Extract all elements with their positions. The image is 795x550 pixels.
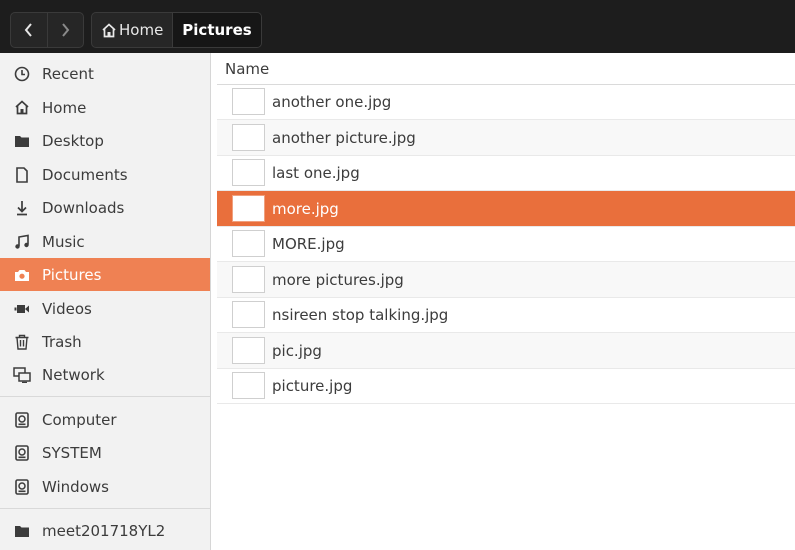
file-name: last one.jpg xyxy=(272,163,360,182)
sidebar-item-computer[interactable]: Computer xyxy=(0,403,210,436)
file-row[interactable]: nsireen stop talking.jpg xyxy=(217,297,795,333)
sidebar-item-pictures[interactable]: Pictures xyxy=(0,258,210,291)
sidebar-item-music[interactable]: Music xyxy=(0,225,210,258)
music-icon xyxy=(13,233,31,251)
file-row[interactable]: another picture.jpg xyxy=(217,120,795,156)
file-thumbnail xyxy=(232,88,265,115)
camera-icon xyxy=(13,266,31,284)
folder-icon xyxy=(13,522,31,540)
sidebar-item-desktop[interactable]: Desktop xyxy=(0,124,210,157)
file-name: pic.jpg xyxy=(272,341,322,360)
sidebar-item-label: Music xyxy=(42,232,85,251)
column-header-name[interactable]: Name xyxy=(217,53,795,85)
file-thumbnail xyxy=(232,266,265,293)
sidebar-item-label: Recent xyxy=(42,64,94,83)
sidebar-item-bookmark[interactable]: meet201718YL2 xyxy=(0,514,210,547)
sidebar-item-recent[interactable]: Recent xyxy=(0,57,210,90)
file-row[interactable]: pic.jpg xyxy=(217,333,795,369)
file-thumbnail xyxy=(232,301,265,328)
file-row[interactable]: MORE.jpg xyxy=(217,226,795,262)
file-row[interactable]: last one.jpg xyxy=(217,155,795,191)
video-icon xyxy=(13,300,31,318)
folder-icon xyxy=(13,132,31,150)
sidebar-item-label: Home xyxy=(42,98,87,117)
sidebar-separator xyxy=(0,396,210,397)
sidebar-item-label: Trash xyxy=(42,332,82,351)
chevron-left-icon xyxy=(24,23,32,37)
breadcrumb: Home Pictures xyxy=(91,12,262,48)
file-name: another one.jpg xyxy=(272,92,392,111)
file-name: more pictures.jpg xyxy=(272,270,404,289)
home-icon xyxy=(13,99,31,117)
file-thumbnail xyxy=(232,337,265,364)
back-button[interactable] xyxy=(11,13,47,47)
sidebar-item-label: Documents xyxy=(42,165,128,184)
forward-button[interactable] xyxy=(46,13,84,47)
file-name: nsireen stop talking.jpg xyxy=(272,305,449,324)
drive-icon xyxy=(13,444,31,462)
breadcrumb-home-label: Home xyxy=(119,21,164,39)
drive-icon xyxy=(13,478,31,496)
file-thumbnail xyxy=(232,159,265,186)
download-icon xyxy=(13,199,31,217)
sidebar-item-network[interactable]: Network xyxy=(0,358,210,391)
sidebar-item-label: meet201718YL2 xyxy=(42,521,166,540)
file-name: more.jpg xyxy=(272,199,339,218)
file-thumbnail xyxy=(232,230,265,257)
trash-icon xyxy=(13,333,31,351)
column-header-label: Name xyxy=(225,60,270,78)
clock-icon xyxy=(13,65,31,83)
file-row[interactable]: picture.jpg xyxy=(217,368,795,404)
navigation-buttons xyxy=(10,12,84,48)
sidebar-item-label: Network xyxy=(42,365,105,384)
sidebar-item-documents[interactable]: Documents xyxy=(0,158,210,191)
file-row-selected[interactable]: more.jpg xyxy=(217,191,795,227)
header-toolbar: Home Pictures xyxy=(0,0,795,53)
drive-icon xyxy=(13,411,31,429)
home-icon xyxy=(102,22,116,37)
sidebar-item-label: Pictures xyxy=(42,265,102,284)
file-name: picture.jpg xyxy=(272,376,353,395)
file-row[interactable]: more pictures.jpg xyxy=(217,262,795,298)
document-icon xyxy=(13,166,31,184)
sidebar-item-downloads[interactable]: Downloads xyxy=(0,191,210,224)
sidebar-item-videos[interactable]: Videos xyxy=(0,292,210,325)
sidebar-item-system[interactable]: SYSTEM xyxy=(0,436,210,469)
chevron-right-icon xyxy=(62,23,70,37)
sidebar-item-label: Windows xyxy=(42,477,109,496)
sidebar-item-windows[interactable]: Windows xyxy=(0,470,210,503)
file-name: another picture.jpg xyxy=(272,128,416,147)
file-thumbnail xyxy=(232,372,265,399)
sidebar-item-label: Desktop xyxy=(42,131,104,150)
sidebar-item-label: Computer xyxy=(42,410,117,429)
sidebar-item-label: Downloads xyxy=(42,198,125,217)
file-list-view: Name another one.jpg another picture.jpg… xyxy=(217,53,795,550)
sidebar-separator xyxy=(0,508,210,509)
breadcrumb-pictures[interactable]: Pictures xyxy=(172,13,261,47)
file-thumbnail xyxy=(232,124,265,151)
network-icon xyxy=(13,366,31,384)
sidebar: Recent Home Desktop Documents Downloads … xyxy=(0,53,211,550)
sidebar-item-label: SYSTEM xyxy=(42,443,102,462)
sidebar-item-home[interactable]: Home xyxy=(0,91,210,124)
breadcrumb-pictures-label: Pictures xyxy=(182,21,252,39)
file-row[interactable]: another one.jpg xyxy=(217,84,795,120)
file-thumbnail xyxy=(232,195,265,222)
file-name: MORE.jpg xyxy=(272,234,345,253)
sidebar-item-label: Videos xyxy=(42,299,92,318)
breadcrumb-home[interactable]: Home xyxy=(92,13,172,47)
sidebar-item-trash[interactable]: Trash xyxy=(0,325,210,358)
